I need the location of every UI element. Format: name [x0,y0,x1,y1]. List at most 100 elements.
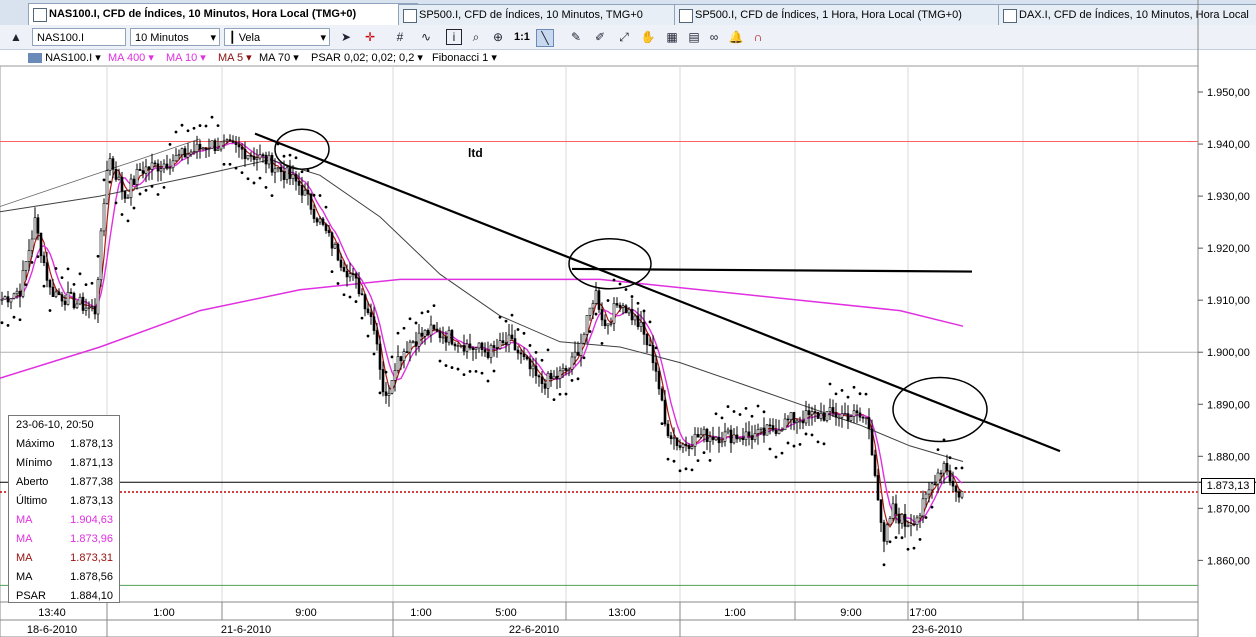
candle-body [384,391,388,396]
psar-dot [474,369,478,373]
psar-dot [312,193,316,197]
psar-dot [450,366,454,369]
psar-dot [198,124,202,127]
candle-body [489,345,493,358]
psar-dot [588,330,592,333]
candle-body [669,435,673,439]
candle-body [936,472,940,485]
candle-body [417,332,421,347]
candle-body [789,412,793,420]
psar-dot [366,334,370,338]
candle-body [846,413,850,421]
candle-body [333,243,337,249]
candle-body [678,445,682,448]
time-tick-label: 17:00 [909,607,937,619]
candle-body [567,369,571,371]
psar-dot [282,154,286,158]
psar-dot [84,283,88,287]
candle-body [786,418,790,421]
candle-body [144,166,148,174]
psar-dot [438,359,442,363]
data-window-row: MA 1.873,31 [9,549,119,568]
psar-dot [642,309,646,313]
candle-body [78,296,82,305]
legend-fibonacci[interactable]: Fibonacci 1 ▾ [432,51,497,64]
candle-body [654,362,658,372]
candle-body [129,178,133,198]
date-tick-label: 21-6-2010 [221,624,271,636]
candle-body [624,305,628,314]
psar-dot [120,213,124,216]
candle-body [360,293,364,296]
candle-body [363,294,367,310]
psar-dot [924,516,928,519]
legend-ma70[interactable]: MA 70 ▾ [259,51,299,64]
psar-dot [516,328,520,331]
candle-body [858,412,862,418]
psar-dot [876,475,880,478]
psar-dot [462,373,466,377]
psar-dot [48,309,52,312]
data-window-key: Último [16,495,48,507]
candle-body [612,303,616,324]
legend-ma10[interactable]: MA 10 ▾ [166,51,206,64]
psar-dot [894,536,898,539]
candle-body [711,436,715,441]
psar-dot [102,178,106,182]
time-tick-label: 1:00 [410,607,431,619]
candle-body [372,316,376,331]
candle-body [330,232,334,249]
candle-body [831,407,835,414]
price-chart[interactable]: ltd 1.860,00 1.870,00 1.880,00 1.890,00 1.90… [0,0,1256,637]
candle-body [621,305,625,308]
candle-body [648,344,652,347]
candle-body [705,428,709,442]
candle-body [855,410,859,414]
downtrend-line [254,132,1061,453]
candle-body [639,321,643,327]
highlight-circle [274,128,330,171]
candle-body [750,435,754,440]
candle-body [732,434,736,444]
psar-dot [18,318,22,322]
candle-body [201,147,205,150]
candle-body [483,349,487,353]
legend-psar[interactable]: PSAR 0,02; 0,02; 0,2 ▾ [311,51,423,64]
candle-body [885,524,889,542]
candle-body [168,167,172,170]
legend-ma5[interactable]: MA 5 ▾ [218,51,252,64]
candle-body [243,148,247,160]
candle-body [351,273,355,275]
candle-body [699,434,703,438]
candle-body [45,262,49,281]
data-window-row: MA 1.904,63 [9,511,119,530]
candle-body [576,351,580,356]
candle-body [894,503,898,515]
candle-body [114,169,118,180]
psar-dot [810,433,814,437]
legend-ma400[interactable]: MA 400 ▾ [108,51,154,64]
candle-body [660,388,664,401]
candle-body [102,203,106,232]
candle-body [909,523,913,527]
candle-body [549,372,553,380]
time-tick-label: 1:00 [724,607,745,619]
psar-dot [522,331,526,335]
candle-body [366,308,370,313]
candle-body [777,429,781,434]
candle-body [285,167,289,180]
psar-dot [864,392,868,396]
candle-body [228,139,232,142]
psar-dot [762,410,766,414]
legend-symbol[interactable]: NAS100.I ▾ [28,51,101,64]
candle-body [912,523,916,526]
psar-dot [300,170,304,174]
candle-body [720,440,724,444]
candle-body [231,140,235,143]
candle-body [681,443,685,448]
candle-body [903,513,907,527]
ma10-line [1,141,963,524]
psar-dot [918,537,922,541]
psar-dot [744,407,748,410]
candle-body [309,193,313,210]
